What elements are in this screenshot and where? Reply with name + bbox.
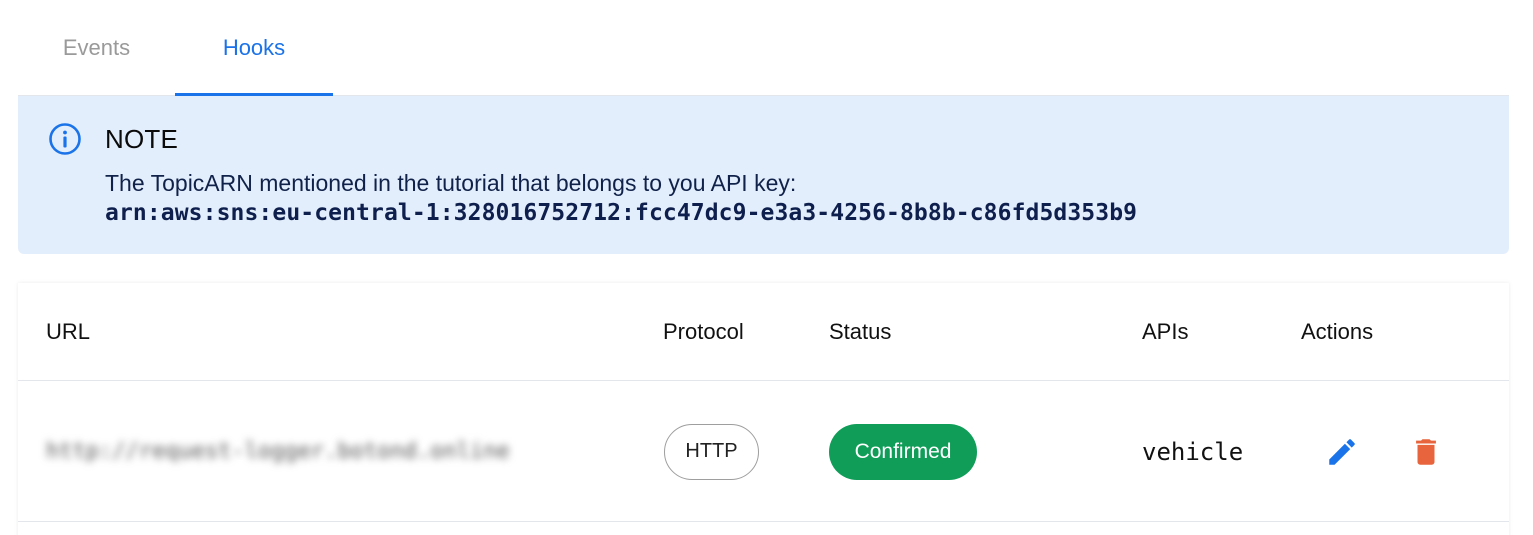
tab-events-label: Events <box>62 35 131 60</box>
topic-arn: arn:aws:sns:eu-central-1:328016752712:fc… <box>105 200 1138 226</box>
protocol-cell: HTTP <box>664 381 759 522</box>
column-header-status: Status <box>829 319 892 344</box>
edit-icon[interactable] <box>1324 434 1360 470</box>
api-name: vehicle <box>1142 437 1244 466</box>
table-header: URL Protocol Status APIs Actions <box>18 283 1509 381</box>
delete-action-cell <box>1408 381 1444 522</box>
edit-action-cell <box>1324 381 1360 522</box>
note-banner: NOTE The TopicARN mentioned in the tutor… <box>18 96 1509 254</box>
protocol-badge: HTTP <box>664 423 759 480</box>
column-header-apis: APIs <box>1142 319 1189 344</box>
hooks-table: URL Protocol Status APIs Actions http://… <box>18 283 1509 535</box>
info-icon <box>48 122 82 156</box>
apis-cell: vehicle <box>1142 381 1243 522</box>
tab-hooks[interactable]: Hooks <box>175 0 333 97</box>
table-row: http://request-logger.botond.online HTTP… <box>18 381 1509 522</box>
hook-url-cell: http://request-logger.botond.online <box>46 381 510 522</box>
hook-url: http://request-logger.botond.online <box>46 439 510 464</box>
note-text: The TopicARN mentioned in the tutorial t… <box>105 170 797 196</box>
tab-events[interactable]: Events <box>18 0 175 96</box>
column-header-protocol: Protocol <box>663 319 744 344</box>
note-title: NOTE <box>105 124 179 154</box>
column-header-actions: Actions <box>1301 319 1374 344</box>
column-header-url: URL <box>46 319 91 344</box>
status-badge: Confirmed <box>829 423 977 480</box>
status-cell: Confirmed <box>829 381 977 522</box>
tab-bar: Events Hooks <box>18 0 1509 97</box>
delete-icon[interactable] <box>1408 434 1444 470</box>
tab-hooks-label: Hooks <box>222 35 286 60</box>
